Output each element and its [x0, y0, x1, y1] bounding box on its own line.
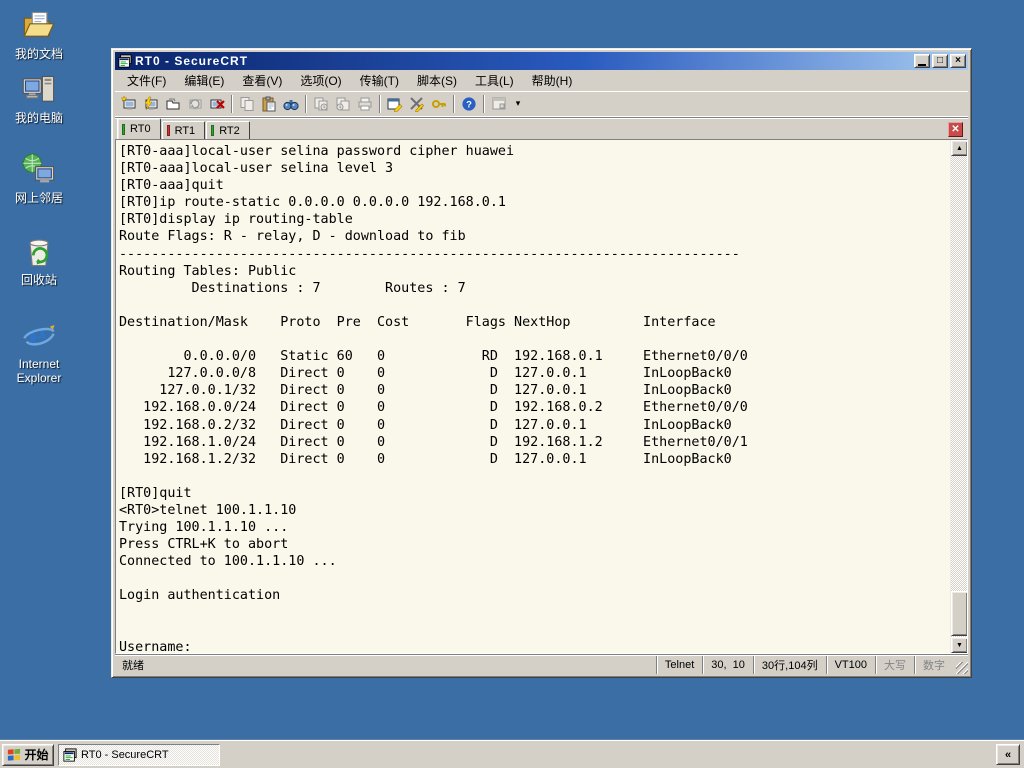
terminal-text: [RT0-aaa]local-user selina password ciph… [119, 144, 748, 653]
titlebar[interactable]: RT0 - SecureCRT □ × [115, 52, 968, 70]
desktop-icon-my-documents[interactable]: 我的文档 [5, 8, 73, 61]
print-icon[interactable] [354, 94, 376, 114]
maximize-button[interactable]: □ [932, 54, 948, 68]
menu-transfer[interactable]: 传输(T) [351, 70, 408, 91]
tab-label: RT1 [174, 124, 196, 137]
menu-tools[interactable]: 工具(L) [466, 70, 523, 91]
internet-explorer-icon: e [23, 318, 55, 352]
toolbar: ? ▾ [115, 91, 968, 117]
start-button[interactable]: 开始 [2, 743, 54, 766]
reconnect-icon[interactable] [184, 94, 206, 114]
status-caps-lock: 大写 [875, 656, 914, 674]
status-rows-cols: 30行,104列 [752, 656, 826, 674]
tab-label: RT0 [130, 123, 151, 135]
help-icon[interactable]: ? [458, 94, 480, 114]
desktop-icon-label: 回收站 [20, 273, 57, 287]
minimize-button[interactable] [914, 54, 930, 68]
securecrt-app-icon [118, 54, 132, 68]
recycle-bin-icon [29, 239, 49, 267]
tab-label: RT2 [219, 124, 240, 137]
paste-icon[interactable] [258, 94, 280, 114]
keymap-icon[interactable] [428, 94, 450, 114]
scroll-down-icon[interactable]: ▼ [951, 637, 967, 653]
quick-connect-icon[interactable] [140, 94, 162, 114]
receive-file-icon[interactable] [332, 94, 354, 114]
statusbar: 就绪 Telnet 30, 10 30行,104列 VT100 大写 数字 [115, 654, 968, 674]
session-options-icon[interactable] [384, 94, 406, 114]
menu-edit[interactable]: 编辑(E) [175, 70, 233, 91]
status-ready: 就绪 [122, 660, 144, 672]
find-icon[interactable] [280, 94, 302, 114]
tab-close-button[interactable]: ✕ [948, 122, 963, 137]
menu-file[interactable]: 文件(F) [118, 70, 175, 91]
scroll-up-icon[interactable]: ▲ [951, 140, 967, 156]
terminal-screen[interactable]: [RT0-aaa]local-user selina password ciph… [116, 140, 950, 653]
menubar: 文件(F) 编辑(E) 查看(V) 选项(O) 传输(T) 脚本(S) 工具(L… [115, 70, 968, 91]
scrollbar-thumb[interactable] [951, 591, 967, 636]
securecrt-window: RT0 - SecureCRT □ × 文件(F) 编辑(E) 查看(V) 选项… [111, 48, 972, 678]
connect-icon[interactable] [118, 94, 140, 114]
menu-view[interactable]: 查看(V) [233, 70, 291, 91]
desktop-icon-my-computer[interactable]: 我的电脑 [5, 72, 73, 125]
my-documents-icon [23, 11, 55, 37]
desktop[interactable]: { "desktop": { "background_color": "#3A6… [0, 0, 1024, 768]
toolbar-separator [305, 94, 307, 113]
toolbar-overflow-icon[interactable]: ▾ [512, 98, 524, 109]
tab-status-connected-icon [122, 123, 125, 135]
terminal-area: [RT0-aaa]local-user selina password ciph… [115, 139, 968, 654]
tab-rt0[interactable]: RT0 [117, 118, 161, 139]
send-file-icon[interactable] [310, 94, 332, 114]
my-computer-icon [22, 75, 55, 102]
toolbar-separator [453, 94, 455, 113]
resize-grip[interactable] [953, 656, 968, 674]
session-tabbar: RT0 RT1 RT2 ✕ [115, 117, 968, 139]
menu-options[interactable]: 选项(O) [291, 70, 350, 91]
status-protocol: Telnet [655, 656, 702, 674]
session-manager-icon[interactable] [488, 94, 510, 114]
close-button[interactable]: × [950, 54, 966, 68]
svg-text:e: e [29, 318, 48, 352]
tab-rt1[interactable]: RT1 [161, 121, 206, 139]
toolbar-separator [483, 94, 485, 113]
tab-rt2[interactable]: RT2 [206, 121, 250, 139]
copy-icon[interactable] [236, 94, 258, 114]
tab-status-connected-icon [211, 125, 215, 136]
toolbar-separator [379, 94, 381, 113]
taskbar: 开始 RT0 - SecureCRT « [0, 740, 1024, 768]
desktop-icon-network-places[interactable]: 网上邻居 [5, 152, 73, 205]
desktop-icon-label: 网上邻居 [14, 191, 63, 205]
menu-script[interactable]: 脚本(S) [408, 70, 466, 91]
global-options-icon[interactable] [406, 94, 428, 114]
desktop-icon-recycle-bin[interactable]: 回收站 [5, 234, 73, 287]
start-label: 开始 [24, 748, 49, 762]
toolbar-separator [231, 94, 233, 113]
network-places-icon [22, 153, 55, 183]
task-button-label: RT0 - SecureCRT [81, 748, 169, 761]
window-title: RT0 - SecureCRT [135, 54, 249, 68]
tab-status-disconnected-icon [166, 125, 170, 136]
windows-logo-icon [8, 748, 21, 761]
status-emulation: VT100 [825, 656, 875, 674]
desktop-icon-internet-explorer[interactable]: e Internet Explorer [5, 318, 73, 385]
securecrt-app-icon [63, 747, 77, 762]
disconnect-icon[interactable] [206, 94, 228, 114]
status-num-lock: 数字 [914, 656, 953, 674]
status-cursor-position: 30, 10 [702, 656, 753, 674]
connect-in-tab-icon[interactable] [162, 94, 184, 114]
menu-help[interactable]: 帮助(H) [523, 70, 582, 91]
tray-expander-button[interactable]: « [996, 744, 1020, 765]
vertical-scrollbar[interactable]: ▲ ▼ [950, 140, 967, 653]
svg-text:?: ? [466, 99, 472, 110]
desktop-icon-label: Internet Explorer [16, 357, 62, 385]
taskbar-task-securecrt[interactable]: RT0 - SecureCRT [58, 743, 220, 766]
desktop-icon-label: 我的文档 [14, 47, 63, 61]
desktop-icon-label: 我的电脑 [14, 111, 63, 125]
